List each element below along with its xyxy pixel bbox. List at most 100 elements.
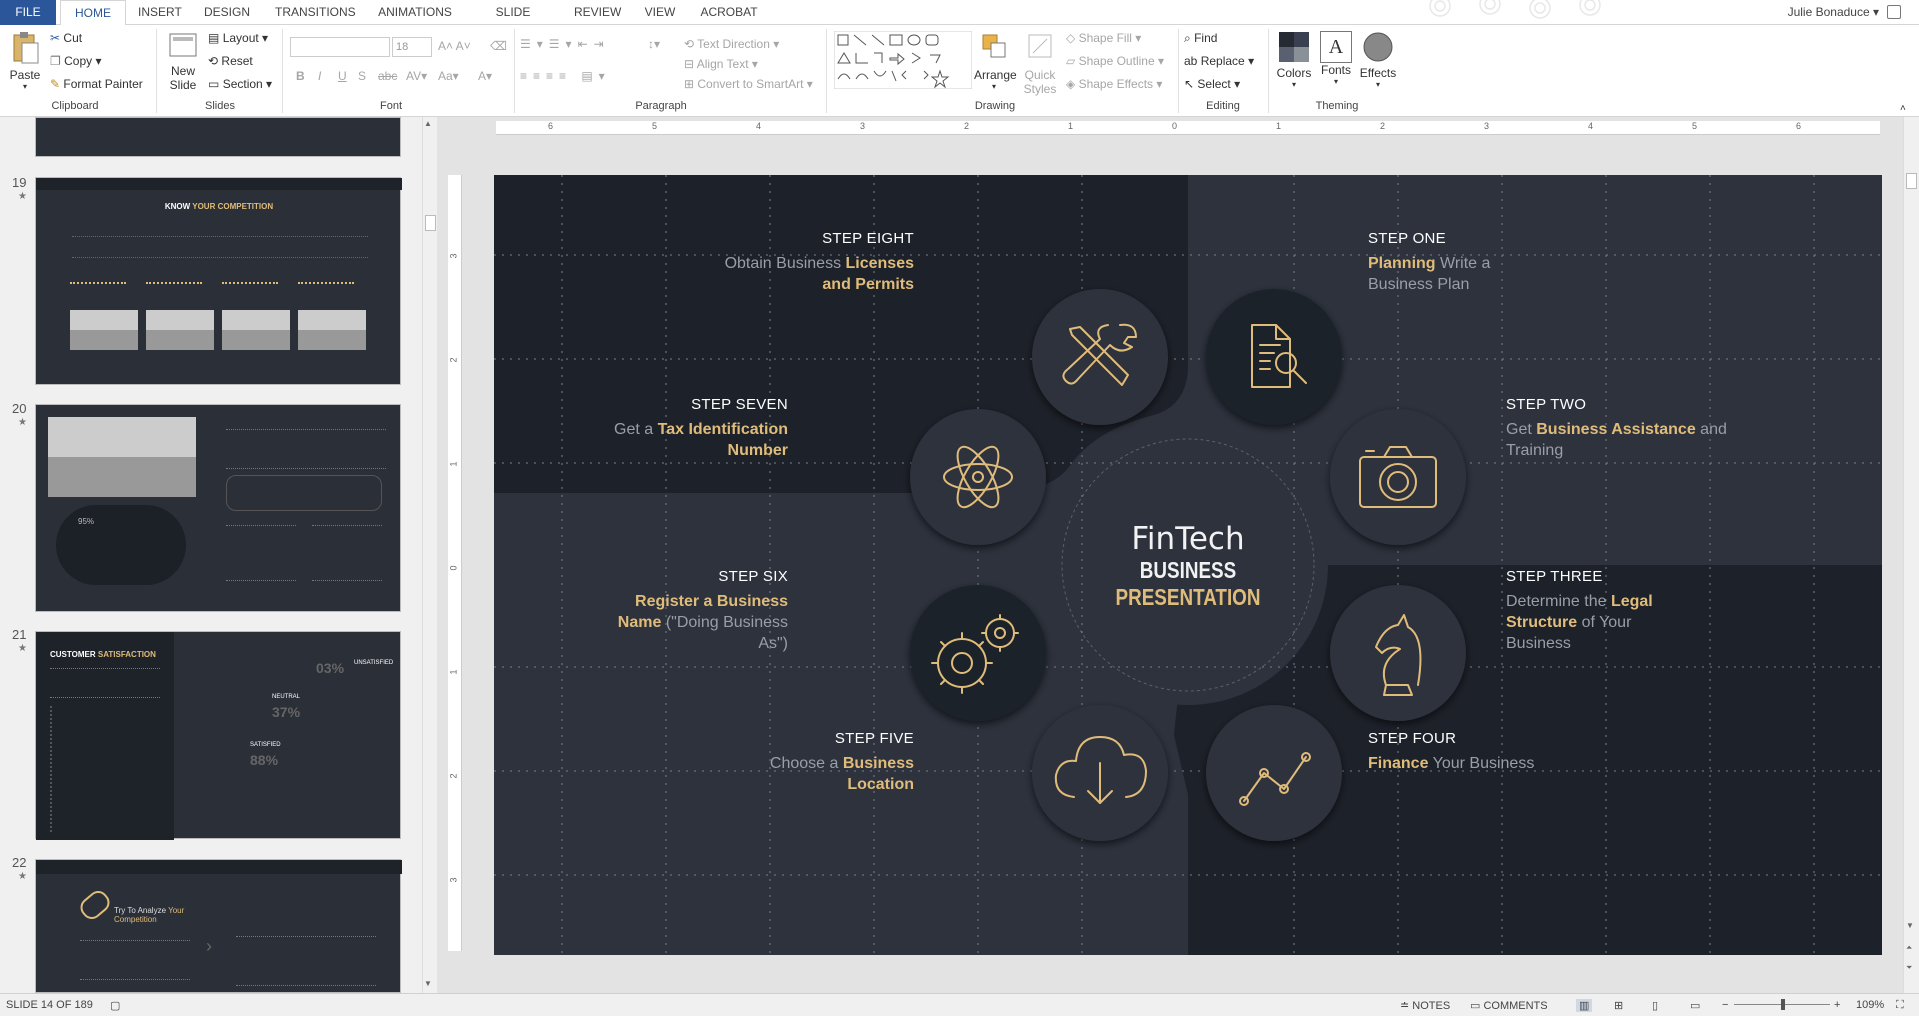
paste-button[interactable]: Paste ▾ xyxy=(6,31,44,91)
colors-button[interactable]: Colors ▾ xyxy=(1274,31,1314,89)
clear-formatting-icon[interactable]: ⌫ xyxy=(490,39,507,53)
group-label-clipboard: Clipboard xyxy=(51,100,99,112)
step-six-label[interactable]: STEP SIX xyxy=(574,568,788,585)
convert-smartart-button[interactable]: ⊞ Convert to SmartArt ▾ xyxy=(684,77,813,91)
font-size-select[interactable]: 18 xyxy=(392,37,432,57)
reset-icon: ⟲ xyxy=(208,54,219,68)
tab-home[interactable]: HOME xyxy=(60,0,126,26)
step-two-label[interactable]: STEP TWO xyxy=(1506,396,1806,413)
replace-button[interactable]: ab Replace ▾ xyxy=(1184,54,1254,68)
step-eight-text[interactable]: Obtain Business Licenses and Permits xyxy=(714,253,914,295)
shapes-gallery[interactable] xyxy=(834,31,972,89)
tab-design[interactable]: DESIGN xyxy=(204,0,250,25)
list-buttons[interactable]: ☰▾☰▾⇤⇥ xyxy=(520,37,610,51)
group-divider xyxy=(826,29,827,113)
cut-button[interactable]: ✂ Cut xyxy=(50,31,82,45)
section-button[interactable]: ▭ Section ▾ xyxy=(208,77,272,91)
underline-button[interactable]: U xyxy=(338,69,347,83)
tab-transitions[interactable]: TRANSITIONS xyxy=(275,0,356,25)
scroll-thumb[interactable] xyxy=(1906,173,1917,189)
line-spacing-button[interactable]: ↕▾ xyxy=(648,37,660,51)
step-one-label[interactable]: STEP ONE xyxy=(1368,230,1668,247)
shadow-button[interactable]: S xyxy=(358,69,366,83)
tab-animations[interactable]: ANIMATIONS xyxy=(378,0,452,25)
next-slide-icon[interactable]: ⏷ xyxy=(1906,963,1912,973)
slideshow-icon[interactable]: ▭ xyxy=(1690,999,1700,1012)
fonts-button[interactable]: A Fonts ▾ xyxy=(1316,31,1356,86)
align-text-button[interactable]: ⊟ Align Text ▾ xyxy=(684,57,758,71)
quick-styles-button[interactable]: Quick Styles xyxy=(1018,31,1062,96)
scroll-down-icon[interactable]: ▼ xyxy=(424,979,432,988)
comments-button[interactable]: ▭ COMMENTS xyxy=(1470,999,1548,1012)
zoom-in-icon[interactable]: + xyxy=(1834,999,1840,1011)
step-five-label[interactable]: STEP FIVE xyxy=(624,730,914,747)
shape-outline-button[interactable]: ▱ Shape Outline ▾ xyxy=(1066,54,1164,68)
effects-button[interactable]: Effects ▾ xyxy=(1358,31,1398,89)
previous-slide-icon[interactable]: ⏶ xyxy=(1906,943,1912,953)
zoom-slider-thumb[interactable] xyxy=(1781,999,1785,1010)
layout-button[interactable]: ▤ Layout ▾ xyxy=(208,31,268,45)
find-button[interactable]: ⌕ Find xyxy=(1184,31,1217,46)
tab-view[interactable]: VIEW xyxy=(644,0,676,25)
step-six-text[interactable]: Register a Business Name ("Doing Busines… xyxy=(608,591,788,654)
arrange-button[interactable]: Arrange ▾ xyxy=(974,31,1017,91)
font-color-button[interactable]: A▾ xyxy=(478,69,492,83)
reset-button[interactable]: ⟲ Reset xyxy=(208,54,253,68)
step-three-text[interactable]: Determine the Legal Structure of Your Bu… xyxy=(1506,591,1686,654)
alignment-buttons[interactable]: ≡≡≡≡ ▤▾ xyxy=(520,69,611,83)
font-family-select[interactable] xyxy=(290,37,390,57)
tab-slide-show[interactable]: SLIDE SHOW xyxy=(476,0,550,44)
user-name[interactable]: Julie Bonaduce ▾ xyxy=(1788,0,1879,25)
shape-fill-button[interactable]: ◇ Shape Fill ▾ xyxy=(1066,31,1141,45)
step-four-label[interactable]: STEP FOUR xyxy=(1368,730,1668,747)
grow-font-button[interactable]: A˄ A˅ xyxy=(438,39,471,53)
tab-insert[interactable]: INSERT xyxy=(138,0,182,25)
slide-sorter-icon[interactable]: ⊞ xyxy=(1614,999,1623,1012)
strikethrough-button[interactable]: abc xyxy=(378,69,397,83)
italic-button[interactable]: I xyxy=(318,69,321,83)
step-eight-label[interactable]: STEP EIGHT xyxy=(624,230,914,247)
step-one-text[interactable]: Planning Write a Business Plan xyxy=(1368,253,1538,295)
user-avatar-icon[interactable] xyxy=(1887,5,1901,19)
tab-review[interactable]: REVIEW xyxy=(574,0,621,25)
zoom-level[interactable]: 109% xyxy=(1856,999,1884,1011)
thumbnail-slide-18[interactable] xyxy=(35,117,401,157)
center-subtitle[interactable]: BUSINESS PRESENTATION xyxy=(1090,557,1287,611)
tab-acrobat[interactable]: ACROBAT xyxy=(700,0,758,25)
editor-scrollbar[interactable]: ▼ ⏶ ⏷ xyxy=(1903,117,1919,993)
copy-icon: ❐ xyxy=(50,54,61,68)
bold-button[interactable]: B xyxy=(296,69,305,83)
step-five-text[interactable]: Choose a Business Location xyxy=(754,753,914,795)
select-button[interactable]: ↖ Select ▾ xyxy=(1184,77,1240,91)
format-painter-button[interactable]: ✎ Format Painter xyxy=(50,77,143,91)
thumbnail-slide-21[interactable]: CUSTOMER SATISFACTION 03% UNSATISFIED NE… xyxy=(35,631,401,840)
thumbnail-slide-22[interactable]: Try To Analyze Your Competition › xyxy=(35,859,402,993)
step-two-text[interactable]: Get Business Assistance and Training xyxy=(1506,419,1746,461)
step-four-text[interactable]: Finance Your Business xyxy=(1368,753,1668,774)
step-seven-label[interactable]: STEP SEVEN xyxy=(574,396,788,413)
step-three-label[interactable]: STEP THREE xyxy=(1506,568,1806,585)
text-direction-button[interactable]: ⟲ Text Direction ▾ xyxy=(684,37,779,51)
thumbnail-slide-19[interactable]: KNOW YOUR COMPETITION xyxy=(35,177,402,385)
char-spacing-button[interactable]: AV▾ xyxy=(406,69,427,83)
reading-view-icon[interactable]: ▯ xyxy=(1652,999,1658,1012)
copy-button[interactable]: ❐ Copy ▾ xyxy=(50,54,101,68)
scroll-down-icon[interactable]: ▼ xyxy=(1906,921,1914,930)
slide[interactable]: FinTech BUSINESS PRESENTATION STEP EIGHT… xyxy=(494,175,1882,955)
zoom-out-icon[interactable]: − xyxy=(1722,999,1728,1011)
step-seven-text[interactable]: Get a Tax Identification Number xyxy=(574,419,788,461)
center-title[interactable]: FinTech xyxy=(1088,521,1288,557)
normal-view-icon[interactable]: ▥ xyxy=(1576,999,1593,1012)
thumbnail-slide-20[interactable]: 95% xyxy=(35,404,401,612)
fit-slide-icon[interactable]: ⛶ xyxy=(1896,999,1904,1012)
change-case-button[interactable]: Aa▾ xyxy=(438,69,459,83)
new-slide-button[interactable]: New Slide xyxy=(162,31,204,92)
scroll-up-icon[interactable]: ▲ xyxy=(424,119,432,128)
notes-button[interactable]: ≐ NOTES xyxy=(1400,999,1450,1012)
collapse-ribbon-icon[interactable]: ˄ xyxy=(1900,103,1906,114)
shape-effects-button[interactable]: ◈ Shape Effects ▾ xyxy=(1066,77,1162,91)
spell-check-icon[interactable]: ▢ xyxy=(110,999,120,1012)
thumbnail-scrollbar[interactable]: ▲ ▼ xyxy=(422,117,437,993)
scroll-thumb[interactable] xyxy=(425,215,436,231)
tab-file[interactable]: FILE xyxy=(0,0,56,25)
